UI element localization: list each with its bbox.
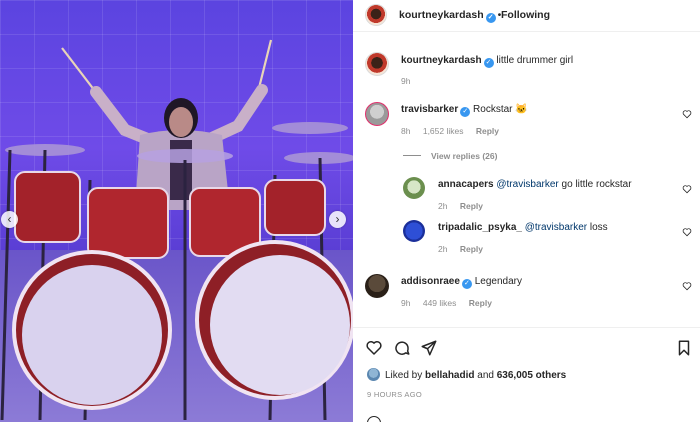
reply-button[interactable]: Reply	[476, 126, 499, 136]
comment-time: 9h	[401, 298, 411, 308]
comment-username[interactable]: tripadalic_psyka_	[438, 222, 522, 233]
avatar[interactable]	[365, 4, 387, 26]
avatar[interactable]	[403, 177, 425, 199]
comment-meta: 8h 1,652 likes Reply	[401, 126, 509, 136]
comment-row: tripadalic_psyka_ @travisbarker loss	[438, 222, 608, 233]
likes-count[interactable]: 636,005 others	[497, 370, 567, 381]
liked-by-user[interactable]: bellahadid	[425, 370, 474, 381]
reply-button[interactable]: Reply	[469, 298, 492, 308]
comment-text: Rockstar 🐱	[473, 104, 528, 115]
comment-row: annacapers @travisbarker go little rocks…	[438, 179, 632, 190]
comment-text: Legendary	[474, 276, 522, 287]
post-media: ‹ ›	[0, 0, 353, 422]
heart-icon[interactable]	[682, 109, 692, 119]
verified-badge-icon: ✓	[485, 13, 496, 23]
divider	[403, 155, 421, 156]
heart-icon[interactable]	[682, 184, 692, 194]
avatar[interactable]	[367, 368, 380, 381]
author-username[interactable]: kourtneykardash ✓ •	[399, 9, 503, 23]
comment-meta: 9h 449 likes Reply	[401, 298, 502, 308]
post-header: kourtneykardash ✓ • Following	[353, 0, 700, 32]
share-icon[interactable]	[420, 339, 438, 357]
chevron-left-icon[interactable]: ‹	[1, 211, 18, 228]
comment-icon[interactable]	[393, 339, 411, 357]
post-timestamp[interactable]: 9 HOURS AGO	[367, 390, 422, 399]
comment-likes[interactable]: 1,652 likes	[423, 126, 464, 136]
post-panel: kourtneykardash ✓ • Following kourtneykard…	[353, 0, 700, 422]
heart-icon[interactable]	[682, 227, 692, 237]
comment-meta: 2h Reply	[438, 201, 493, 211]
comments-list: kourtneykardash ✓ little drummer girl 9h …	[353, 38, 700, 326]
verified-badge-icon: ✓	[460, 107, 471, 117]
chevron-right-icon[interactable]: ›	[329, 211, 346, 228]
liked-by-and: and	[474, 370, 497, 381]
comment-time: 8h	[401, 126, 411, 136]
comment-text: go little rockstar	[558, 179, 632, 190]
liked-by-prefix: Liked by	[385, 370, 426, 381]
caption-username[interactable]: kourtneykardash	[401, 55, 482, 66]
caption-meta: 9h	[401, 76, 420, 86]
mention-link[interactable]: @travisbarker	[496, 179, 558, 190]
comment-meta: 2h Reply	[438, 244, 493, 254]
comment-username[interactable]: annacapers	[438, 179, 494, 190]
verified-badge-icon: ✓	[483, 58, 494, 68]
caption-text: little drummer girl	[496, 55, 574, 66]
comment-time: 2h	[438, 244, 448, 254]
caption-time: 9h	[401, 76, 411, 86]
drumstick-right	[256, 39, 273, 93]
avatar[interactable]	[365, 102, 389, 126]
comment-likes[interactable]: 449 likes	[423, 298, 457, 308]
liked-by-text: Liked by bellahadid and 636,005 others	[385, 370, 566, 381]
reply-button[interactable]: Reply	[460, 244, 483, 254]
view-replies-button[interactable]: View replies (26)	[431, 151, 497, 161]
heart-icon[interactable]	[365, 339, 383, 357]
caption: kourtneykardash ✓ little drummer girl	[401, 55, 573, 68]
comment-row: addisonraee ✓ Legendary	[401, 276, 522, 289]
comment-username[interactable]: addisonraee	[401, 276, 460, 287]
drummer-photo	[0, 39, 353, 421]
bookmark-icon[interactable]	[675, 339, 693, 357]
comment-row: travisbarker ✓ Rockstar 🐱	[401, 104, 528, 117]
avatar[interactable]	[365, 274, 389, 298]
reply-button[interactable]: Reply	[460, 201, 483, 211]
verified-badge-icon: ✓	[461, 279, 472, 289]
author-name[interactable]: kourtneykardash	[399, 9, 484, 21]
comment-username[interactable]: travisbarker	[401, 104, 458, 115]
avatar[interactable]	[403, 220, 425, 242]
avatar[interactable]	[365, 52, 389, 76]
following-button[interactable]: Following	[501, 9, 550, 21]
post-actions: Liked by bellahadid and 636,005 others 9…	[353, 327, 700, 422]
mention-link[interactable]: @travisbarker	[525, 222, 587, 233]
comment-time: 2h	[438, 201, 448, 211]
heart-icon[interactable]	[682, 281, 692, 291]
comment-text: loss	[587, 222, 608, 233]
emoji-icon[interactable]	[367, 416, 381, 422]
